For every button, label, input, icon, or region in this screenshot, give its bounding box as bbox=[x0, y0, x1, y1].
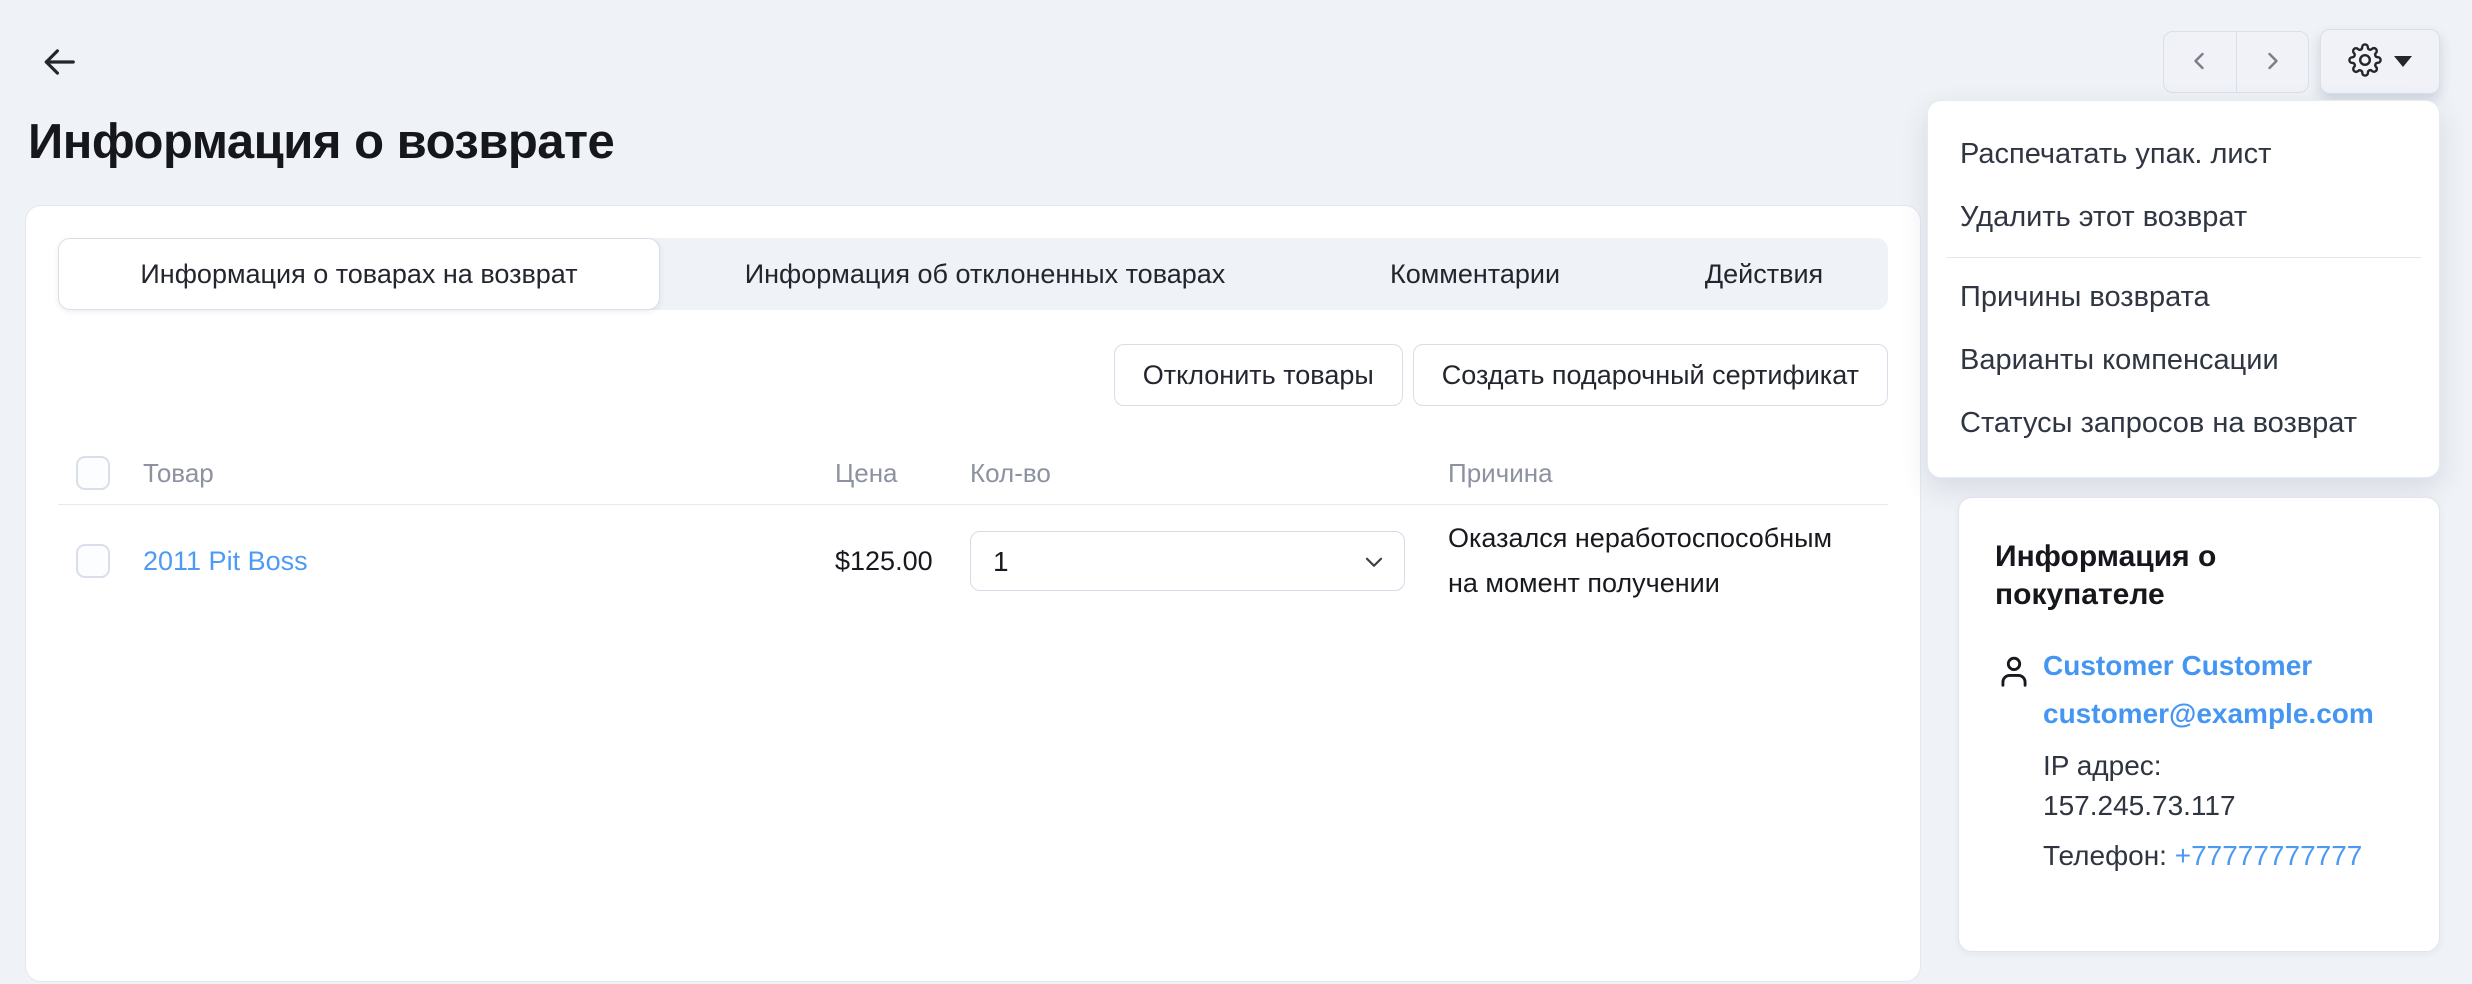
quantity-select[interactable]: 1 bbox=[970, 531, 1405, 591]
settings-menu-button[interactable] bbox=[2320, 29, 2440, 94]
return-tabs: Информация о товарах на возврат Информац… bbox=[58, 238, 1888, 310]
menu-item-return-request-statuses[interactable]: Статусы запросов на возврат bbox=[1928, 392, 2439, 455]
menu-item-delete-return[interactable]: Удалить этот возврат bbox=[1928, 186, 2439, 249]
page-title: Информация о возврате bbox=[28, 114, 614, 170]
caret-down-icon bbox=[2394, 56, 2412, 67]
return-details-page: Информация о возврате bbox=[0, 0, 2472, 984]
column-header-qty: Кол-во bbox=[970, 458, 1448, 489]
ip-address-value: 157.245.73.117 bbox=[2043, 786, 2403, 826]
previous-record-button[interactable] bbox=[2164, 32, 2236, 92]
phone-label: Телефон: bbox=[2043, 840, 2167, 871]
arrow-left-icon bbox=[40, 43, 78, 84]
price-value: $125.00 bbox=[835, 546, 970, 577]
select-all-checkbox[interactable] bbox=[76, 456, 110, 490]
tab-actions[interactable]: Действия bbox=[1640, 238, 1888, 310]
menu-item-return-reasons[interactable]: Причины возврата bbox=[1928, 266, 2439, 329]
person-icon bbox=[1995, 652, 2033, 695]
product-link[interactable]: 2011 Pit Boss bbox=[143, 546, 308, 576]
chevron-right-icon bbox=[2260, 49, 2284, 76]
table-header-row: Товар Цена Кол-во Причина bbox=[58, 442, 1888, 505]
customer-email-link[interactable]: customer@example.com bbox=[2043, 698, 2374, 730]
column-header-price: Цена bbox=[835, 458, 970, 489]
reject-items-button[interactable]: Отклонить товары bbox=[1114, 344, 1403, 406]
customer-name-link[interactable]: Customer Customer bbox=[2043, 650, 2312, 682]
table-row: 2011 Pit Boss $125.00 1 bbox=[58, 505, 1888, 617]
chevron-left-icon bbox=[2188, 49, 2212, 76]
gear-icon bbox=[2348, 43, 2382, 80]
return-card: Информация о товарах на возврат Информац… bbox=[25, 205, 1921, 982]
menu-divider bbox=[1946, 257, 2421, 258]
column-header-reason: Причина bbox=[1448, 458, 1888, 489]
row-checkbox[interactable] bbox=[76, 544, 110, 578]
table-actions: Отклонить товары Создать подарочный серт… bbox=[58, 344, 1888, 406]
tab-returned-items[interactable]: Информация о товарах на возврат bbox=[58, 238, 660, 310]
create-gift-certificate-button[interactable]: Создать подарочный сертификат bbox=[1413, 344, 1888, 406]
ip-address-label: IP адрес: bbox=[2043, 746, 2403, 786]
tab-comments[interactable]: Комментарии bbox=[1310, 238, 1640, 310]
phone-link[interactable]: +77777777777 bbox=[2175, 840, 2363, 871]
back-button[interactable] bbox=[40, 40, 88, 86]
returned-items-table: Товар Цена Кол-во Причина 2011 Pit Boss … bbox=[58, 442, 1888, 617]
reason-value: Оказался неработоспособным на момент пол… bbox=[1448, 516, 1860, 606]
next-record-button[interactable] bbox=[2236, 32, 2309, 92]
column-header-product: Товар bbox=[143, 458, 835, 489]
record-pagination bbox=[2163, 31, 2309, 93]
customer-info-card: Информация о покупателе Customer Custome… bbox=[1958, 497, 2440, 952]
tab-rejected-items[interactable]: Информация об отклоненных товарах bbox=[660, 238, 1310, 310]
settings-dropdown-menu: Распечатать упак. лист Удалить этот возв… bbox=[1927, 100, 2440, 478]
menu-item-compensation-options[interactable]: Варианты компенсации bbox=[1928, 329, 2439, 392]
menu-item-print-packing-slip[interactable]: Распечатать упак. лист bbox=[1928, 123, 2439, 186]
customer-info-heading: Информация о покупателе bbox=[1995, 538, 2325, 614]
